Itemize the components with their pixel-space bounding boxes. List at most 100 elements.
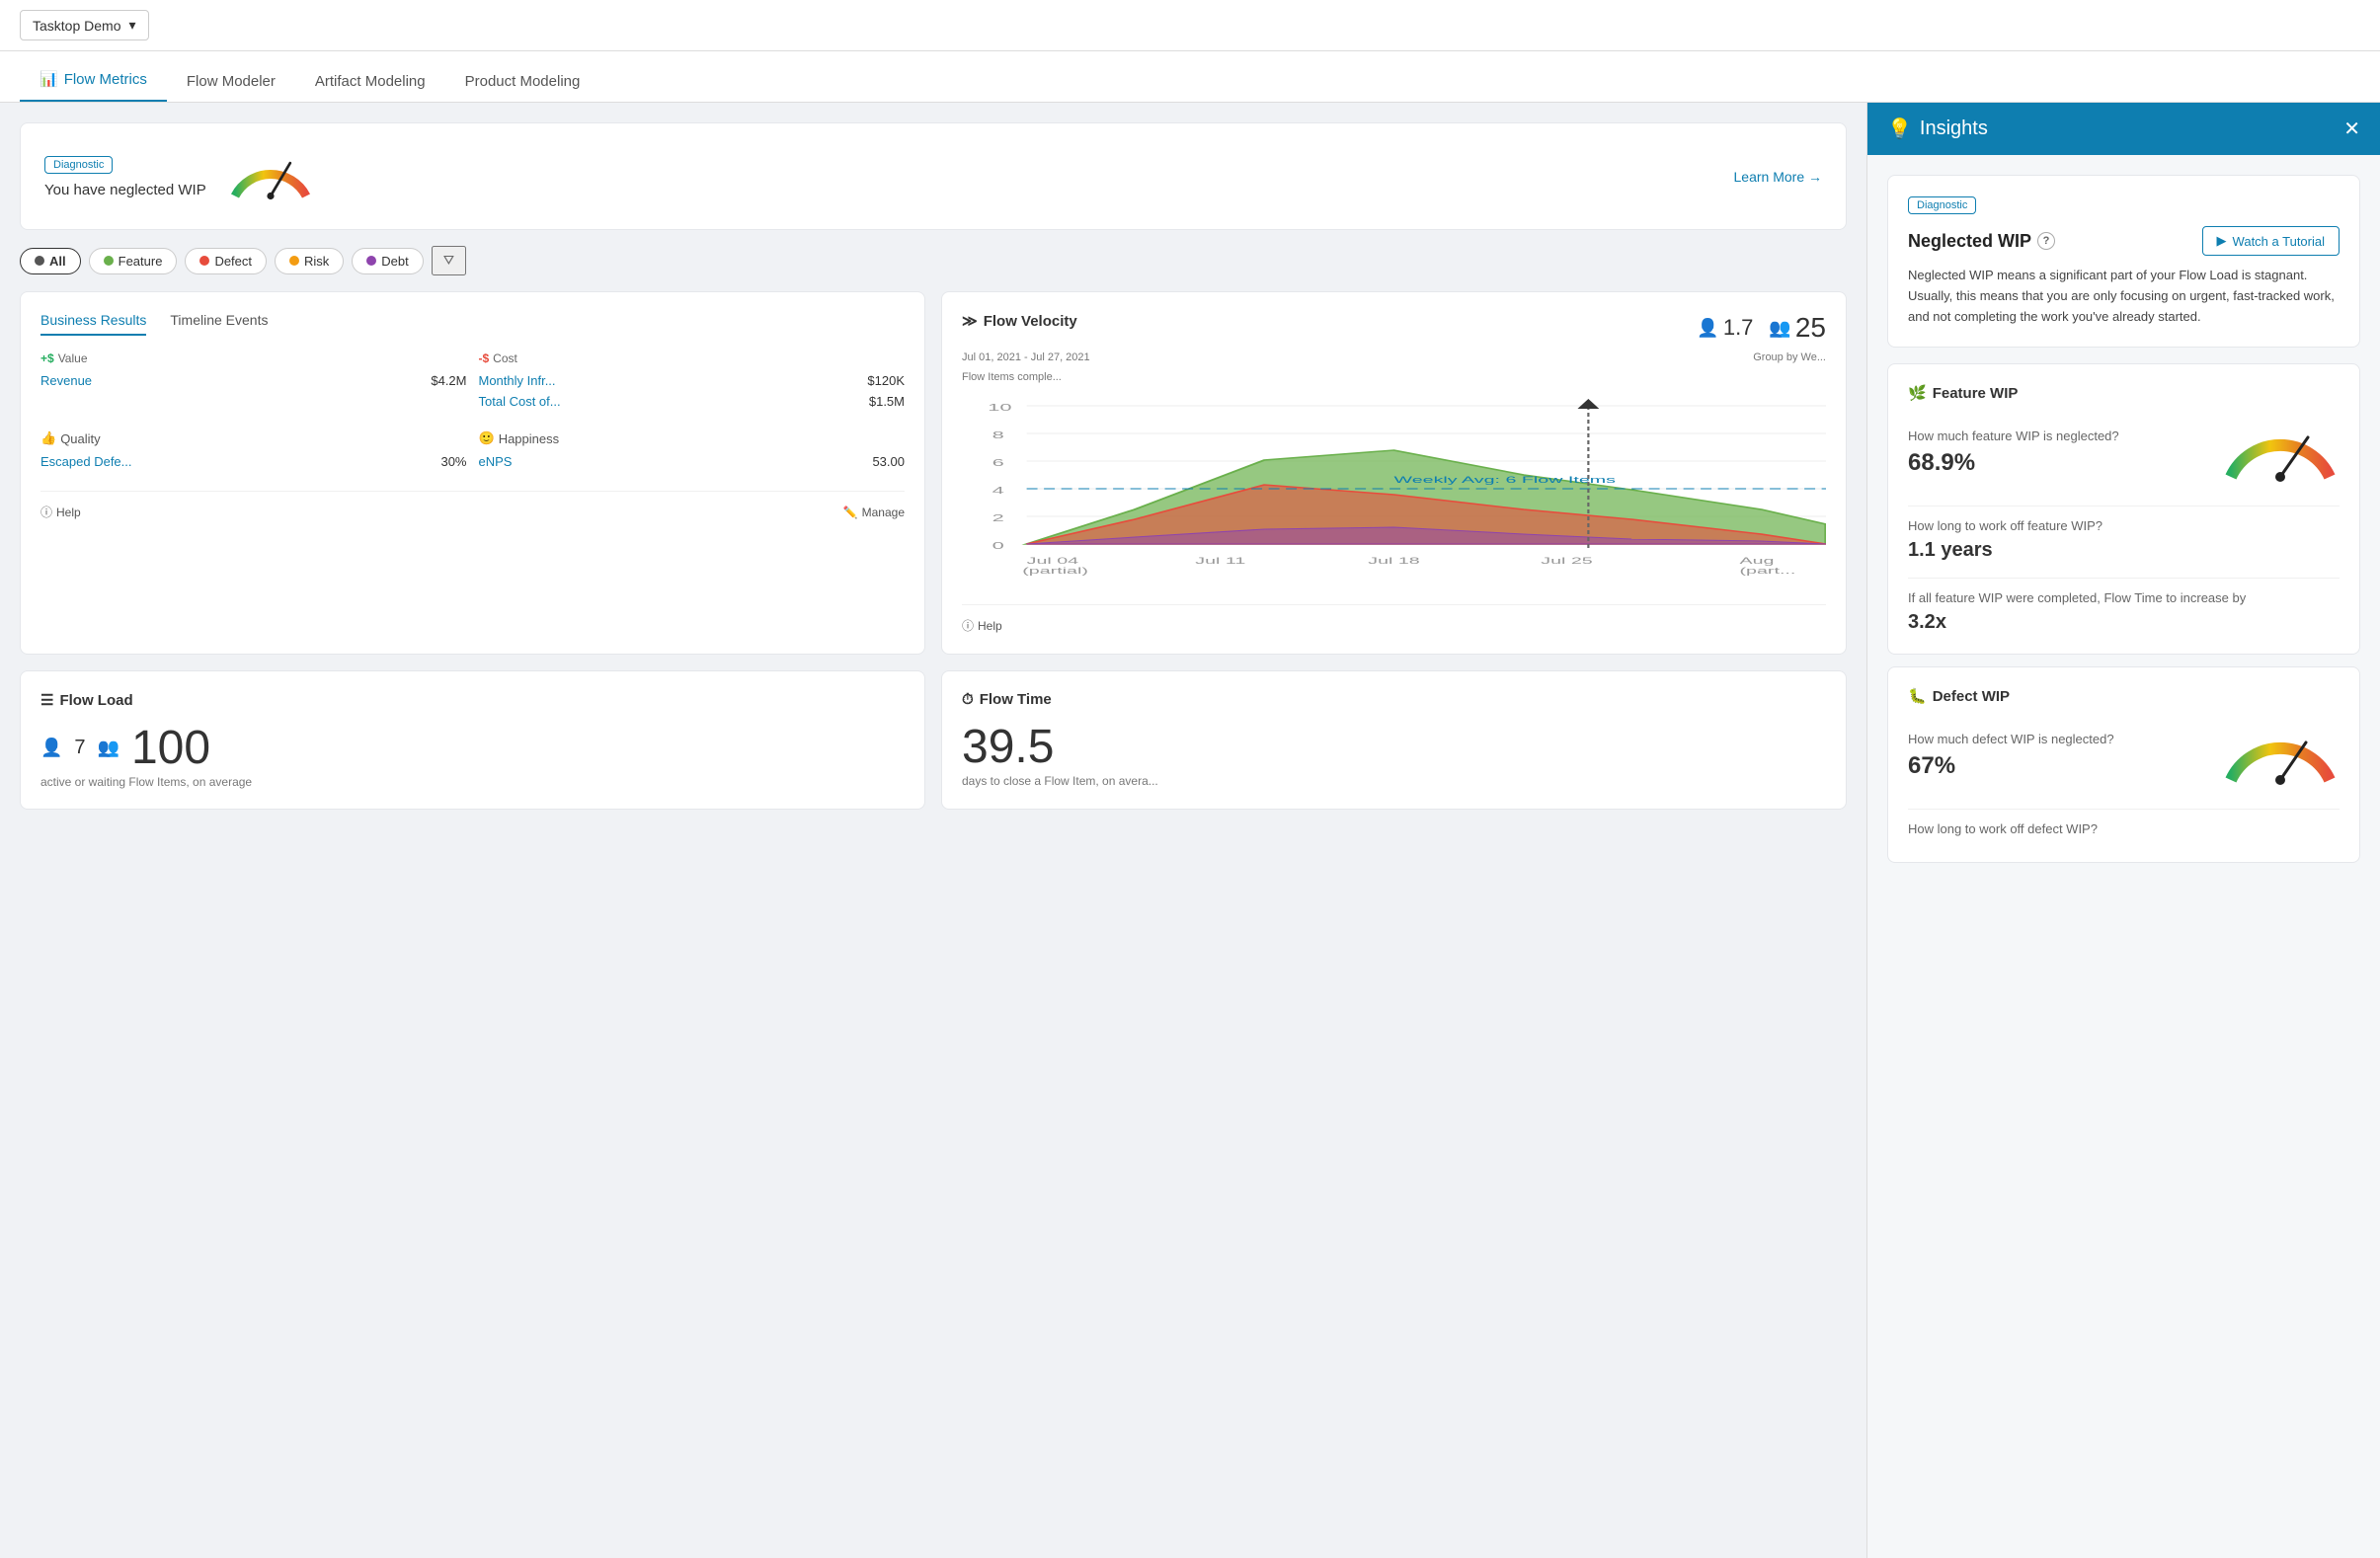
flow-time-title: ⏱ Flow Time — [962, 691, 1826, 708]
filter-risk-icon — [289, 256, 299, 266]
quality-row: 👍 Quality Escaped Defe... 30% 🙂 Happines… — [40, 430, 905, 475]
defect-q1: How much defect WIP is neglected? — [1908, 732, 2114, 746]
revenue-row: Revenue $4.2M — [40, 373, 467, 388]
diagnostic-gauge — [226, 147, 315, 205]
business-results-card: Business Results Timeline Events +$ Valu… — [20, 291, 925, 655]
tab-flow-modeler[interactable]: Flow Modeler — [167, 73, 295, 102]
filter-feature-label: Feature — [119, 254, 163, 269]
defect-neglected-row: How much defect WIP is neglected? 67% — [1908, 719, 2340, 793]
revenue-value: $4.2M — [431, 373, 466, 388]
filter-feature[interactable]: Feature — [89, 248, 178, 274]
watch-tutorial-button[interactable]: ▶ Watch a Tutorial — [2202, 226, 2340, 256]
manage-link[interactable]: ✏️ Manage — [843, 506, 905, 519]
velocity-value-2: 25 — [1795, 312, 1826, 344]
tab-artifact-modeling[interactable]: Artifact Modeling — [295, 73, 445, 102]
insights-diagnostic-badge: Diagnostic — [1908, 196, 1976, 214]
neglected-wip-desc: Neglected WIP means a significant part o… — [1908, 266, 2340, 327]
help-link-business[interactable]: ⓘ Help — [40, 504, 81, 520]
insights-close-button[interactable]: ✕ — [2343, 117, 2360, 141]
insights-body: Diagnostic Neglected WIP ? ▶ Watch a Tut… — [1867, 155, 2380, 1558]
revenue-label[interactable]: Revenue — [40, 373, 92, 388]
svg-text:Jul 18: Jul 18 — [1368, 556, 1420, 566]
workspace-selector[interactable]: Tasktop Demo ▾ — [20, 10, 149, 40]
tab-timeline-events[interactable]: Timeline Events — [170, 312, 268, 336]
lightbulb-icon: 💡 — [1887, 117, 1912, 141]
svg-text:4: 4 — [992, 485, 1004, 496]
total-cost-label[interactable]: Total Cost of... — [479, 394, 561, 409]
defect-wip-title: 🐛 Defect WIP — [1908, 687, 2340, 705]
filter-all-icon — [35, 256, 44, 266]
quality-title: 👍 Quality — [40, 430, 467, 446]
filter-defect[interactable]: Defect — [185, 248, 267, 274]
filter-risk-label: Risk — [304, 254, 329, 269]
filter-debt-label: Debt — [381, 254, 408, 269]
left-panel: Diagnostic You have neglected WIP — [0, 103, 1866, 1558]
filter-debt[interactable]: Debt — [352, 248, 423, 274]
chart-header: ≫ Flow Velocity 👤 1.7 👥 25 — [962, 312, 1826, 344]
monthly-infra-row: Monthly Infr... $120K — [479, 373, 906, 388]
flow-load-icon: ☰ — [40, 691, 53, 709]
feature-wip-section: 🌿 Feature WIP How much feature WIP is ne… — [1887, 363, 2360, 655]
play-icon: ▶ — [2217, 233, 2227, 249]
filter-risk[interactable]: Risk — [275, 248, 344, 274]
svg-text:6: 6 — [992, 457, 1004, 468]
monthly-infra-value: $120K — [867, 373, 905, 388]
flow-velocity-card: ≫ Flow Velocity 👤 1.7 👥 25 — [941, 291, 1847, 655]
enps-value: 53.00 — [872, 454, 905, 469]
feature-q2: How long to work off feature WIP? — [1908, 518, 2102, 533]
svg-text:8: 8 — [992, 429, 1004, 440]
feature-workoff-row: How long to work off feature WIP? 1.1 ye… — [1908, 518, 2340, 562]
help-icon-velocity: ⓘ — [962, 617, 974, 634]
enps-label[interactable]: eNPS — [479, 454, 513, 469]
clock-icon: ⏱ — [962, 691, 974, 708]
flow-load-card: ☰ Flow Load 👤 7 👥 100 active or waiting … — [20, 670, 925, 810]
cost-section: -$ Cost Monthly Infr... $120K Total Cost… — [479, 351, 906, 415]
nav-tabs: 📊 Flow Metrics Flow Modeler Artifact Mod… — [0, 51, 2380, 103]
flow-time-value: 39.5 — [962, 720, 1054, 774]
date-range: Jul 01, 2021 - Jul 27, 2021 — [962, 351, 1090, 363]
filter-bar: All Feature Defect Risk Debt ⛛ — [20, 246, 1847, 275]
flow-load-title: ☰ Flow Load — [40, 691, 905, 709]
cost-label: Cost — [493, 351, 517, 365]
monthly-infra-label[interactable]: Monthly Infr... — [479, 373, 556, 388]
learn-more-link[interactable]: Learn More → — [1734, 169, 1822, 185]
svg-text:Weekly Avg: 6 Flow Items: Weekly Avg: 6 Flow Items — [1394, 475, 1617, 485]
tab-product-modeling[interactable]: Product Modeling — [445, 73, 600, 102]
neglected-wip-section: Diagnostic Neglected WIP ? ▶ Watch a Tut… — [1887, 175, 2360, 348]
flow-load-person-icon: 👤 — [40, 738, 62, 758]
total-cost-value: $1.5M — [869, 394, 905, 409]
escaped-defects-label[interactable]: Escaped Defe... — [40, 454, 132, 469]
velocity-icon: ≫ — [962, 312, 978, 330]
insights-header: 💡 Insights ✕ — [1867, 103, 2380, 155]
total-cost-row: Total Cost of... $1.5M — [479, 394, 906, 409]
person-icon-1: 👤 — [1697, 318, 1718, 339]
diagnostic-text: You have neglected WIP — [44, 182, 206, 198]
svg-text:0: 0 — [992, 540, 1004, 551]
feature-neglected-row: How much feature WIP is neglected? 68.9% — [1908, 416, 2340, 490]
svg-text:2: 2 — [992, 512, 1004, 523]
help-icon: ⓘ — [40, 504, 52, 520]
feature-v3: 3.2x — [1908, 611, 2246, 634]
defect-q2: How long to work off defect WIP? — [1908, 821, 2098, 836]
tab-business-results[interactable]: Business Results — [40, 312, 146, 336]
filter-defect-label: Defect — [214, 254, 252, 269]
velocity-value-1: 1.7 — [1723, 315, 1754, 341]
filter-funnel-button[interactable]: ⛛ — [432, 246, 466, 275]
feature-q1: How much feature WIP is neglected? — [1908, 428, 2119, 443]
flow-load-value-1: 7 — [74, 737, 85, 759]
bottom-cards-row: ☰ Flow Load 👤 7 👥 100 active or waiting … — [20, 670, 1847, 810]
filter-all-label: All — [49, 254, 66, 269]
feature-v2: 1.1 years — [1908, 539, 2102, 562]
filter-all[interactable]: All — [20, 248, 81, 274]
escaped-defects-value: 30% — [440, 454, 466, 469]
workspace-name: Tasktop Demo — [33, 18, 120, 34]
tab-flow-metrics[interactable]: 📊 Flow Metrics — [20, 70, 167, 102]
info-icon[interactable]: ? — [2037, 232, 2055, 250]
feature-q3: If all feature WIP were completed, Flow … — [1908, 590, 2246, 605]
help-link-velocity[interactable]: ⓘ Help — [962, 617, 1002, 634]
happiness-title: 🙂 Happiness — [479, 430, 906, 446]
tab-product-modeling-label: Product Modeling — [465, 73, 581, 90]
svg-text:Aug: Aug — [1740, 556, 1775, 566]
diagnostic-badge: Diagnostic — [44, 156, 113, 174]
value-header: +$ Value — [40, 351, 467, 365]
